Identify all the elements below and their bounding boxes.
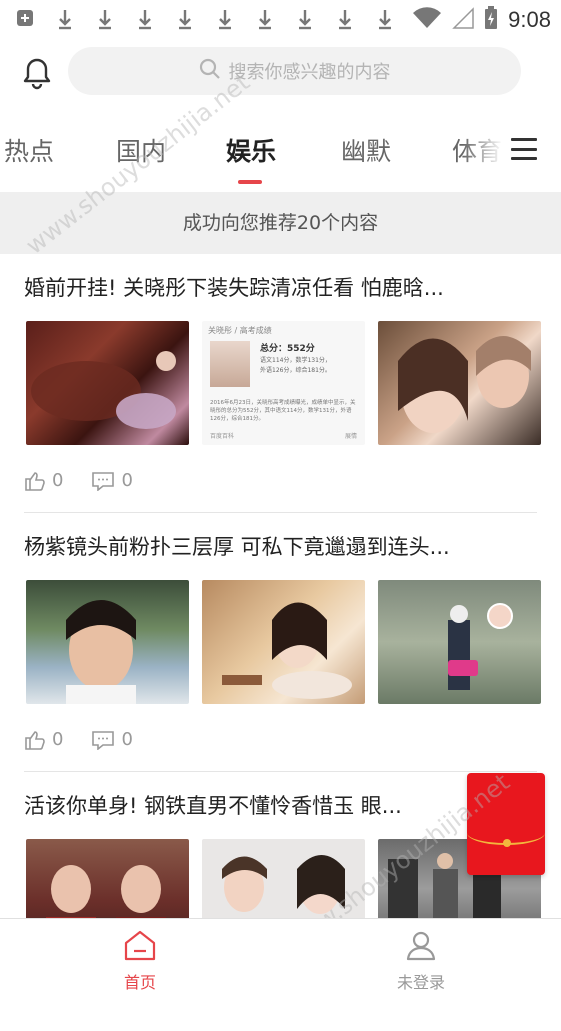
red-packet-button[interactable] — [467, 773, 545, 875]
header: 搜索你感兴趣的内容 — [0, 40, 561, 102]
comment-count: 0 — [121, 470, 133, 491]
wifi-icon — [412, 7, 442, 33]
nav-profile[interactable]: 未登录 — [361, 929, 481, 993]
image-caption: 关晓彤 / 高考成绩 — [208, 326, 272, 335]
search-placeholder: 搜索你感兴趣的内容 — [228, 62, 391, 83]
download-icon — [374, 8, 396, 30]
download-icon — [54, 8, 76, 30]
tab-entertainment[interactable]: 娱乐 — [226, 132, 276, 168]
list-item[interactable]: 婚前开挂! 关晓彤下装失踪清凉任看 怕鹿晗... 关晓彤 / 高考成绩 总分：5… — [0, 254, 561, 513]
nav-profile-label: 未登录 — [396, 973, 445, 992]
comment-button[interactable]: 0 — [91, 470, 133, 491]
thumbs-up-icon — [25, 730, 45, 750]
article-image[interactable]: 关晓彤 / 高考成绩 总分：552分 语文114分，数学131分， 外语126分… — [202, 321, 365, 445]
nav-home[interactable]: 首页 — [80, 929, 200, 993]
article-image[interactable] — [26, 580, 189, 704]
article-title[interactable]: 婚前开挂! 关晓彤下装失踪清凉任看 怕鹿晗... — [24, 272, 524, 302]
status-bar: 9:08 — [0, 0, 561, 40]
like-button[interactable]: 0 — [24, 729, 63, 750]
download-icon — [214, 8, 236, 30]
list-item[interactable]: 杨紫镜头前粉扑三层厚 可私下竟邋遢到连头... 0 0 — [0, 513, 561, 772]
article-image[interactable] — [26, 321, 189, 445]
signal-icon — [452, 7, 474, 33]
comment-icon — [92, 730, 115, 750]
download-icon — [254, 8, 276, 30]
article-image[interactable] — [202, 580, 365, 704]
bell-icon[interactable] — [20, 56, 54, 90]
thumbs-up-icon — [25, 471, 45, 491]
comment-button[interactable]: 0 — [91, 729, 133, 750]
active-tab-indicator — [238, 180, 262, 184]
clock: 9:08 — [508, 7, 551, 32]
home-icon — [124, 930, 156, 961]
download-icon — [334, 8, 356, 30]
article-image[interactable] — [378, 580, 541, 704]
like-count: 0 — [52, 729, 64, 750]
article-title[interactable]: 活该你单身! 钢铁直男不懂怜香惜玉 眼... — [24, 790, 524, 820]
recommend-toast: 成功向您推荐20个内容 — [0, 192, 561, 254]
comment-icon — [92, 471, 115, 491]
bottom-nav: 首页 未登录 — [0, 918, 561, 1000]
download-icon — [294, 8, 316, 30]
nav-home-label: 首页 — [123, 973, 156, 992]
category-tabs: 热点 国内 娱乐 幽默 体育 — [0, 118, 561, 188]
news-feed: 婚前开挂! 关晓彤下装失踪清凉任看 怕鹿晗... 关晓彤 / 高考成绩 总分：5… — [0, 254, 561, 1031]
tab-humor[interactable]: 幽默 — [341, 132, 391, 168]
like-count: 0 — [52, 470, 64, 491]
search-icon — [199, 58, 221, 85]
download-icon — [94, 8, 116, 30]
article-title[interactable]: 杨紫镜头前粉扑三层厚 可私下竟邋遢到连头... — [24, 531, 524, 561]
notification-icons — [14, 8, 396, 30]
menu-icon[interactable] — [511, 138, 537, 160]
like-button[interactable]: 0 — [24, 470, 63, 491]
battery-charging-icon — [484, 6, 498, 34]
red-packet-icon — [503, 839, 511, 847]
download-icon — [174, 8, 196, 30]
tab-hot[interactable]: 热点 — [4, 132, 54, 168]
add-box-icon — [14, 8, 36, 30]
tab-domestic[interactable]: 国内 — [116, 132, 166, 168]
user-icon — [406, 931, 436, 961]
article-image[interactable] — [378, 321, 541, 445]
comment-count: 0 — [121, 729, 133, 750]
search-input[interactable]: 搜索你感兴趣的内容 — [68, 47, 521, 95]
download-icon — [134, 8, 156, 30]
